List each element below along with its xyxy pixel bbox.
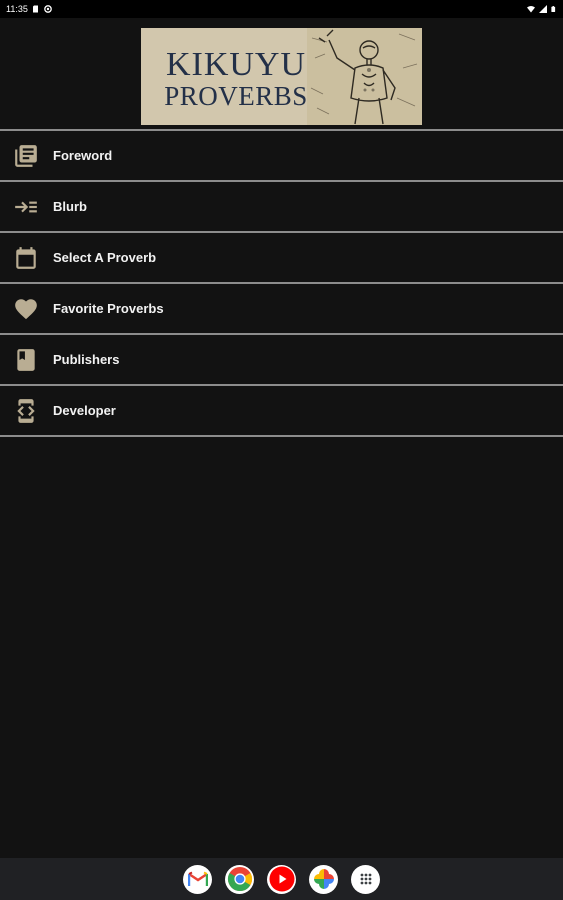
- battery-icon: [551, 6, 556, 12]
- menu-label-publishers: Publishers: [53, 352, 120, 367]
- menu-item-select-proverb[interactable]: Select A Proverb: [0, 233, 563, 282]
- indent-arrow-icon: [12, 193, 40, 221]
- sim-card-icon: [32, 5, 38, 13]
- header: KIKUYU PROVERBS: [0, 18, 563, 130]
- menu-item-publishers[interactable]: Publishers: [0, 335, 563, 384]
- settings-dot-icon: [44, 5, 52, 13]
- navigation-menu: Foreword Blurb Select A Proverb Favorite…: [0, 129, 563, 437]
- signal-icon: [539, 5, 547, 13]
- gmail-icon[interactable]: [183, 864, 212, 894]
- menu-label-favorite-proverbs: Favorite Proverbs: [53, 301, 164, 316]
- book-icon: [12, 346, 40, 374]
- menu-label-developer: Developer: [53, 403, 116, 418]
- logo-line-1: KIKUYU: [165, 46, 307, 83]
- photos-icon[interactable]: [309, 864, 338, 894]
- youtube-icon[interactable]: [267, 864, 296, 894]
- divider: [0, 435, 563, 437]
- calendar-icon: [12, 244, 40, 272]
- chrome-icon[interactable]: [225, 864, 254, 894]
- menu-item-blurb[interactable]: Blurb: [0, 182, 563, 231]
- taskbar-dock: [0, 858, 563, 900]
- menu-item-developer[interactable]: Developer: [0, 386, 563, 435]
- menu-item-favorite-proverbs[interactable]: Favorite Proverbs: [0, 284, 563, 333]
- menu-label-blurb: Blurb: [53, 199, 87, 214]
- status-time: 11:35: [6, 4, 28, 14]
- menu-label-foreword: Foreword: [53, 148, 113, 163]
- app-logo: KIKUYU PROVERBS: [141, 28, 422, 125]
- heart-icon: [12, 295, 40, 323]
- status-bar: 11:35: [0, 0, 563, 18]
- developer-mode-icon: [12, 397, 40, 425]
- book-stack-icon: [12, 142, 40, 170]
- elder-illustration: [307, 28, 422, 125]
- menu-item-foreword[interactable]: Foreword: [0, 131, 563, 180]
- wifi-icon: [527, 6, 535, 13]
- logo-line-2: PROVERBS: [164, 81, 308, 111]
- app-screen: 11:35 KIKUYU PROVERBS Foreword Blurb Sel…: [0, 0, 563, 900]
- app-drawer-icon[interactable]: [351, 864, 380, 894]
- menu-label-select-proverb: Select A Proverb: [53, 250, 157, 265]
- logo-title: KIKUYU PROVERBS: [151, 48, 321, 110]
